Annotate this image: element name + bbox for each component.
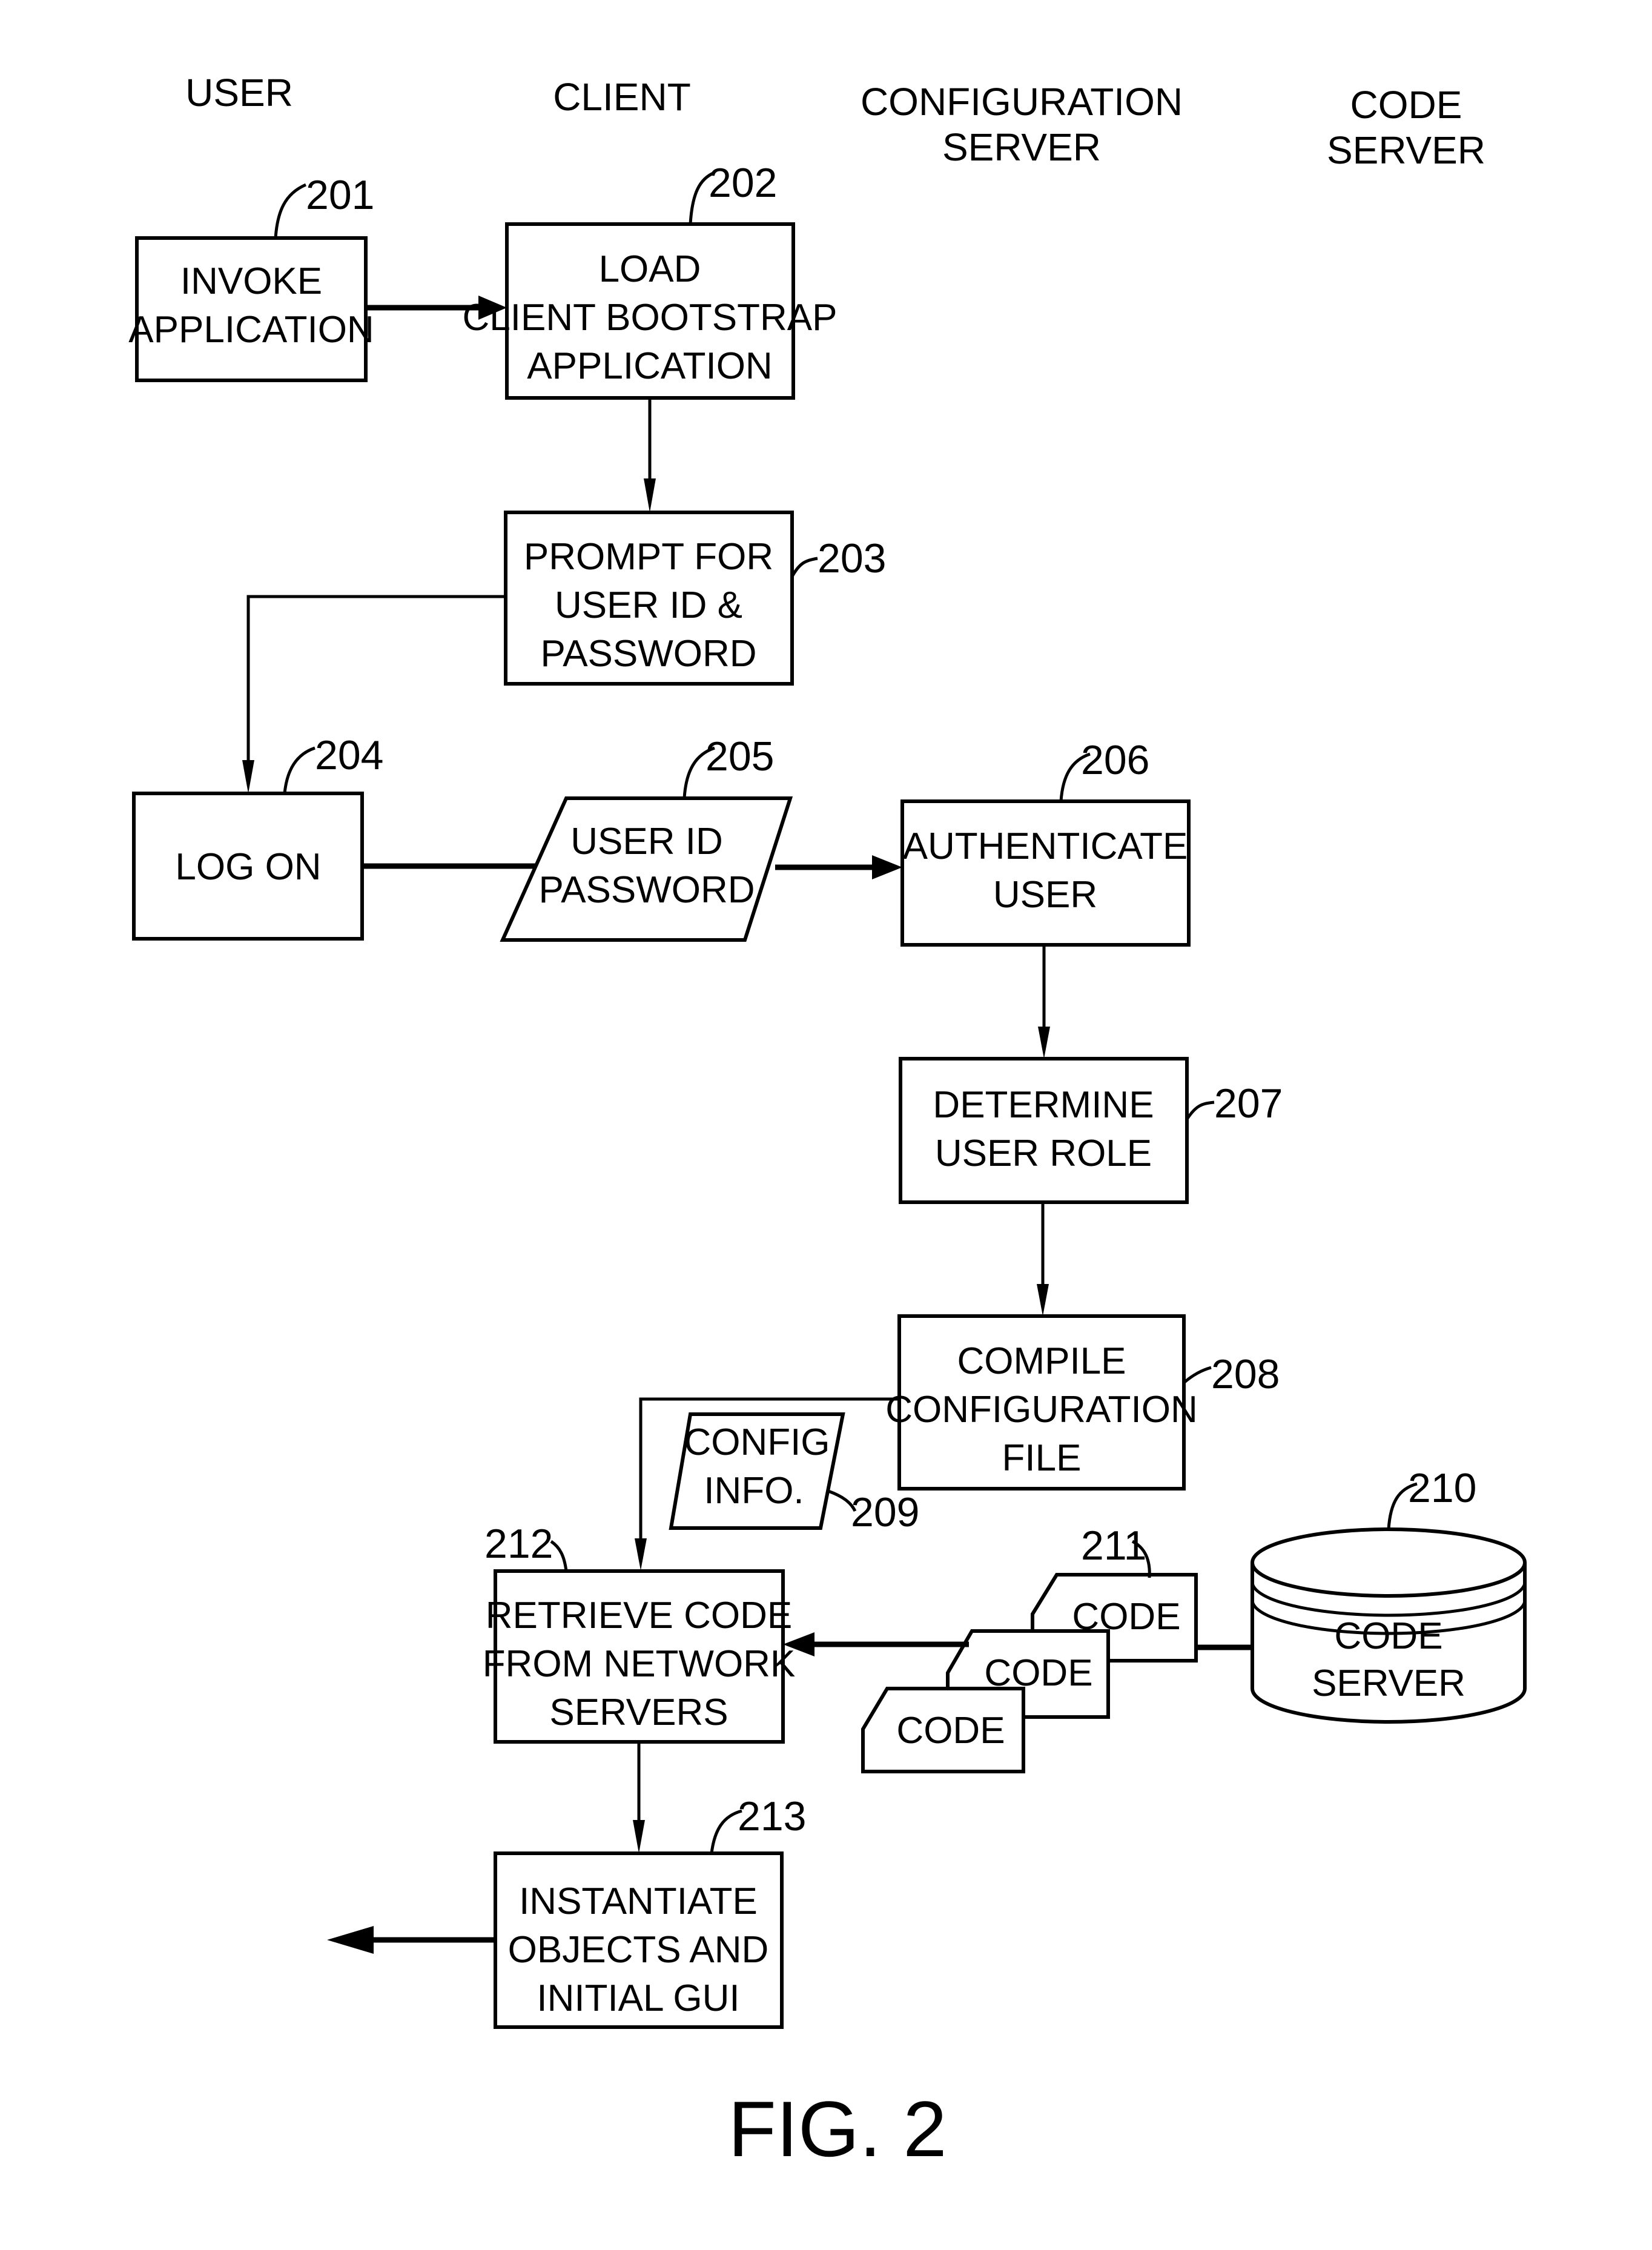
ref-210: 210: [1408, 1465, 1476, 1511]
step-212-line2: FROM NETWORK: [483, 1643, 796, 1685]
step-213-line3: INITIAL GUI: [537, 1977, 739, 2019]
arrowhead-212-top: [635, 1538, 647, 1570]
step-202-line3: APPLICATION: [527, 345, 772, 387]
step-210-code-server-database: CODE SERVER 210: [1251, 1465, 1527, 1724]
ref-leader-207: [1185, 1100, 1215, 1120]
lane-header-config-server-line1: CONFIGURATION: [861, 80, 1183, 124]
ref-201: 201: [306, 172, 374, 218]
step-203-line1: PROMPT FOR: [524, 536, 773, 578]
arrowhead-206: [872, 855, 902, 879]
lane-header-code-server-line1: CODE: [1350, 83, 1462, 127]
ref-204: 204: [315, 732, 383, 778]
step-203-line3: PASSWORD: [540, 633, 756, 675]
step-209-line1: CONFIG: [684, 1421, 830, 1463]
arrowhead-208: [1037, 1284, 1049, 1316]
step-207-determine-user-role: DETERMINE USER ROLE 207: [899, 1057, 1283, 1204]
ref-203: 203: [818, 535, 886, 581]
step-209-config-info-data: CONFIG INFO. 209: [669, 1412, 919, 1535]
step-208-line2: CONFIGURATION: [885, 1389, 1198, 1431]
ref-211: 211: [1081, 1523, 1146, 1569]
step-208-compile-configuration-file: COMPILE CONFIGURATION FILE 208: [885, 1314, 1280, 1491]
step-205-line2: PASSWORD: [538, 869, 755, 911]
ref-206: 206: [1081, 737, 1149, 783]
step-210-line1: CODE: [1334, 1615, 1442, 1657]
ref-209: 209: [851, 1489, 919, 1535]
step-204-log-on: LOG ON 204: [132, 732, 383, 941]
arrowhead-207: [1038, 1027, 1050, 1059]
step-213-line2: OBJECTS AND: [508, 1929, 769, 1971]
figure-label: FIG. 2: [728, 2085, 947, 2173]
arrowhead-213: [633, 1820, 645, 1853]
step-206-authenticate-user: AUTHENTICATE USER 206: [900, 737, 1191, 947]
step-209-line2: INFO.: [704, 1470, 804, 1512]
lane-header-client: CLIENT: [553, 75, 691, 119]
arrowhead-204: [242, 760, 254, 793]
step-207-line1: DETERMINE: [933, 1084, 1154, 1126]
lane-header-user: USER: [185, 71, 293, 114]
step-201-line2: APPLICATION: [128, 309, 374, 351]
code-card-3-label: CODE: [896, 1710, 1005, 1752]
step-205-credentials-data: USER ID PASSWORD 205: [500, 733, 793, 942]
ref-leader-203: [790, 557, 818, 578]
step-213-instantiate-objects-gui: INSTANTIATE OBJECTS AND INITIAL GUI 213: [494, 1793, 806, 2029]
step-202-line2: CLIENT BOOTSTRAP: [463, 297, 838, 339]
step-201-line1: INVOKE: [180, 260, 322, 302]
ref-leader-212: [550, 1540, 568, 1572]
lane-header-code-server-line2: SERVER: [1327, 128, 1485, 172]
ref-208: 208: [1211, 1351, 1280, 1397]
step-202-load-bootstrap: LOAD CLIENT BOOTSTRAP APPLICATION 202: [463, 160, 838, 400]
ref-leader-204: [283, 746, 316, 794]
ref-207: 207: [1214, 1080, 1283, 1127]
step-210-line2: SERVER: [1312, 1663, 1465, 1704]
ref-205: 205: [705, 733, 774, 779]
ref-202: 202: [709, 160, 777, 206]
flowchart-diagram: USER CLIENT CONFIGURATION SERVER CODE SE…: [128, 71, 1527, 2173]
step-213-line1: INSTANTIATE: [519, 1881, 758, 1922]
step-204-line1: LOG ON: [175, 846, 321, 888]
step-203-prompt-credentials: PROMPT FOR USER ID & PASSWORD 203: [504, 511, 886, 686]
ref-213: 213: [738, 1793, 806, 1839]
step-203-line2: USER ID &: [555, 584, 742, 626]
ref-leader-208: [1183, 1366, 1212, 1384]
step-206-line2: USER: [993, 874, 1097, 916]
step-212-line1: RETRIEVE CODE: [486, 1595, 792, 1636]
arrowhead-203: [644, 478, 656, 512]
step-205-line1: USER ID: [570, 821, 722, 862]
step-206-line1: AUTHENTICATE: [903, 826, 1188, 867]
step-208-line1: COMPILE: [957, 1340, 1126, 1382]
arrowhead-exit: [327, 1926, 374, 1954]
step-207-line2: USER ROLE: [935, 1133, 1152, 1174]
ref-leader-201: [274, 183, 307, 239]
step-212-line3: SERVERS: [549, 1692, 728, 1733]
step-208-line3: FILE: [1002, 1437, 1082, 1479]
step-202-line1: LOAD: [599, 248, 701, 290]
lane-header-config-server-line2: SERVER: [942, 125, 1101, 169]
ref-212: 212: [484, 1521, 553, 1567]
step-201-invoke-application: INVOKE APPLICATION 201: [128, 172, 374, 382]
